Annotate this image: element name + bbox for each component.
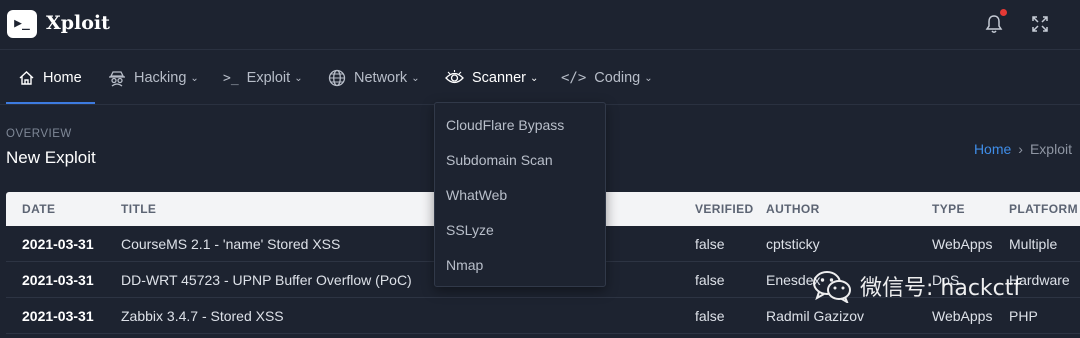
chevron-down-icon: ⌄ [644,72,653,84]
breadcrumb: Home › Exploit [974,141,1072,157]
spy-icon [109,71,125,87]
notification-dot [1000,9,1007,16]
wechat-icon [813,271,851,303]
eye-icon [445,70,464,84]
nav-label: Scanner [472,70,527,86]
terminal-logo-icon[interactable]: ▶_ [7,10,37,38]
column-header-title[interactable]: TITLE [121,192,156,226]
cell-author[interactable]: cptsticky [766,226,820,262]
bell-icon[interactable] [985,14,1003,34]
breadcrumb-current: Exploit [1029,141,1072,157]
cell-verified: false [695,236,725,252]
cell-type: WebApps [932,236,993,252]
menu-item-subdomain-scan[interactable]: Subdomain Scan [435,143,605,178]
chevron-down-icon: ⌄ [294,72,303,84]
nav-item-home[interactable]: Home [18,51,82,105]
column-header-date[interactable]: DATE [22,192,55,226]
chevron-down-icon: ⌄ [530,72,539,84]
terminal-icon: >_ [223,70,239,86]
column-header-type[interactable]: TYPE [932,192,965,226]
menu-item-cloudflare-bypass[interactable]: CloudFlare Bypass [435,108,605,143]
cell-title[interactable]: CourseMS 2.1 - 'name' Stored XSS [121,226,340,262]
nav-label: Exploit [246,70,291,86]
cell-verified: false [695,308,725,324]
cell-date: 2021-03-31 [22,272,94,288]
watermark-text: 微信号: hackctf [860,276,1022,301]
column-header-verified[interactable]: VERIFIED [695,192,754,226]
globe-icon [328,69,346,87]
nav-item-hacking[interactable]: Hacking ⌄ [108,51,199,105]
chevron-down-icon: ⌄ [411,72,420,84]
nav-label: Network [354,70,408,86]
page-title: New Exploit [6,148,96,167]
nav-label: Home [43,70,82,86]
column-header-platform[interactable]: PLATFORM [1009,192,1078,226]
nav-item-scanner[interactable]: Scanner ⌄ [445,51,538,105]
home-icon [19,71,34,85]
nav-label: Hacking [134,70,187,86]
nav-item-network[interactable]: Network ⌄ [328,51,420,105]
nav-item-exploit[interactable]: >_ Exploit ⌄ [223,51,303,105]
active-tab-indicator [6,102,95,104]
cell-platform: Multiple [1009,236,1058,252]
cell-title[interactable]: DD-WRT 45723 - UPNP Buffer Overflow (PoC… [121,262,412,298]
cell-date: 2021-03-31 [22,236,94,252]
chevron-down-icon: ⌄ [190,72,199,84]
nav-item-coding[interactable]: </> Coding ⌄ [561,51,653,105]
scanner-dropdown-menu: CloudFlare Bypass Subdomain Scan WhatWeb… [434,102,606,287]
nav-label: Coding [594,70,641,86]
page-pretitle: OVERVIEW [6,128,72,140]
menu-item-whatweb[interactable]: WhatWeb [435,178,605,213]
cell-date: 2021-03-31 [22,308,94,324]
code-icon: </> [561,70,587,86]
app-title[interactable]: Xploit [46,12,110,34]
breadcrumb-home-link[interactable]: Home [974,141,1011,157]
breadcrumb-separator: › [1018,141,1023,157]
column-header-author[interactable]: AUTHOR [766,192,820,226]
watermark: 微信号: hackctf [812,268,1021,304]
menu-item-nmap[interactable]: Nmap [435,248,605,283]
fullscreen-icon[interactable] [1032,16,1048,32]
top-bar: ▶_ Xploit [0,0,1080,50]
main-nav: Home Hacking ⌄ >_ Exploit ⌄ Network ⌄ Sc… [0,51,1080,105]
cell-verified: false [695,272,725,288]
cell-title[interactable]: Zabbix 3.4.7 - Stored XSS [121,298,284,334]
menu-item-sslyze[interactable]: SSLyze [435,213,605,248]
